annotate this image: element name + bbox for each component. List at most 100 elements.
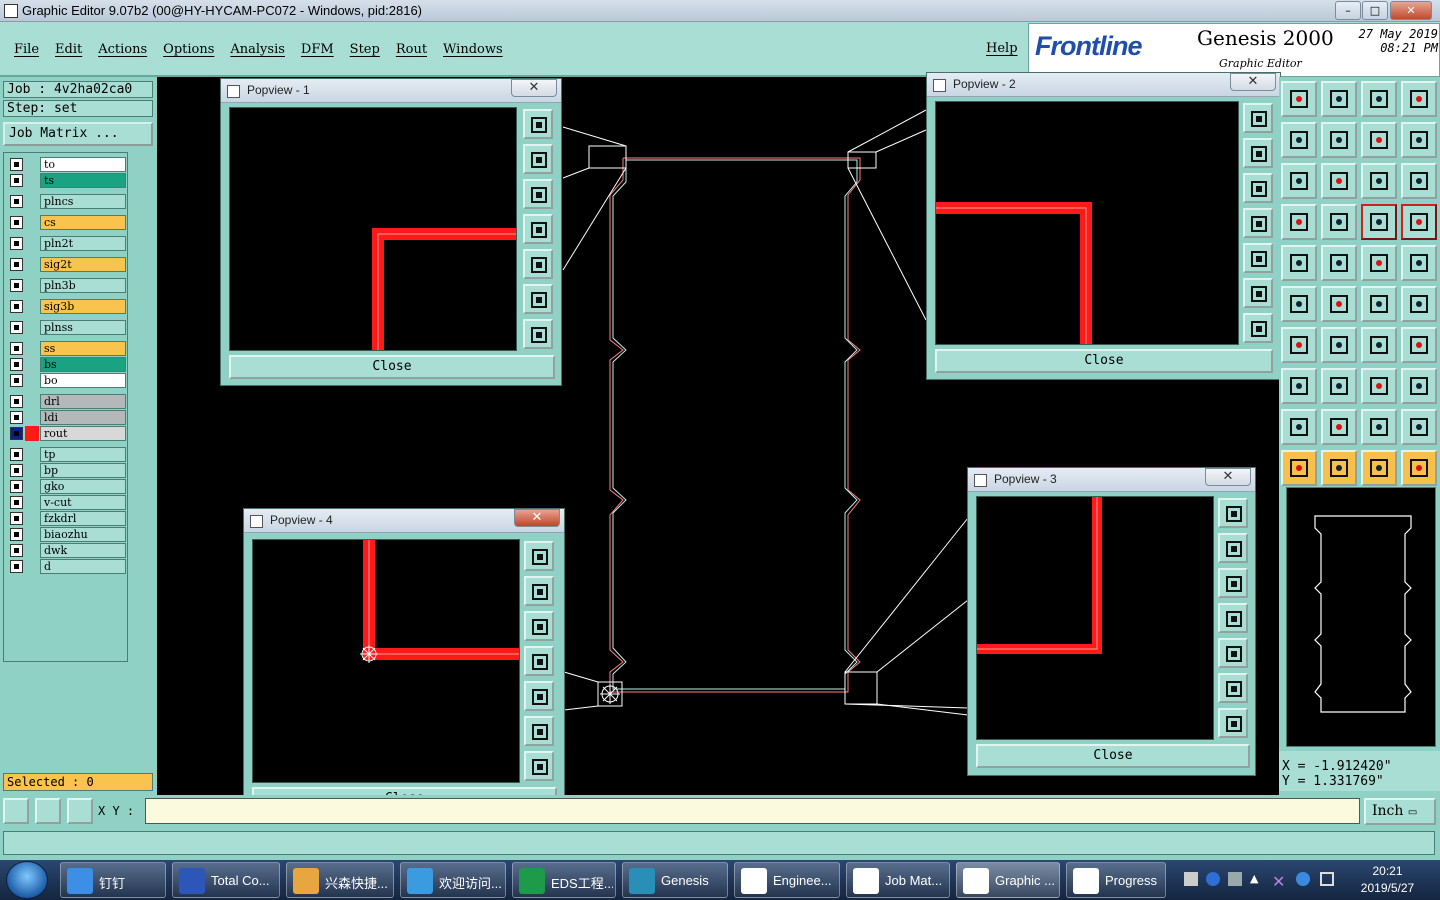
layer-row-tp[interactable]: tp [8,447,126,462]
popview-2-close-button[interactable]: Close [935,349,1273,373]
zoom-out-icon[interactable] [524,611,554,641]
layer-checkbox[interactable] [10,342,23,355]
a-red-icon[interactable] [1361,409,1397,445]
popview-1-canvas[interactable] [229,107,517,351]
layer-row-ts[interactable]: ts [8,173,126,188]
pan-left-icon[interactable] [523,214,553,244]
menu-rout[interactable]: Rout [388,42,435,57]
triangle-icon[interactable] [1281,409,1317,445]
layer-checkbox[interactable] [10,427,23,440]
layer-checkbox[interactable] [10,560,23,573]
network-icon[interactable] [1320,872,1334,886]
taskbar-item[interactable]: Genesis [622,862,728,898]
home-icon[interactable] [1361,81,1397,117]
pan-right-icon[interactable] [1243,243,1273,273]
pointer-icon[interactable] [1281,450,1317,486]
help-icon[interactable] [1206,872,1220,886]
pan-right-icon[interactable] [1218,638,1248,668]
close-window-button[interactable]: ✕ [1390,1,1432,20]
layer-checkbox[interactable] [10,374,23,387]
slash-icon[interactable] [1321,327,1357,363]
center-icon[interactable] [524,751,554,781]
move-left-icon[interactable] [1281,122,1317,158]
measure-icon[interactable] [35,798,61,824]
layer-checkbox[interactable] [10,448,23,461]
layer-checkbox[interactable] [10,496,23,509]
layer-checkbox[interactable] [10,512,23,525]
popview-3-canvas[interactable] [976,496,1214,740]
layer-row-gko[interactable]: gko [8,479,126,494]
dot-icon[interactable] [1401,245,1437,281]
layer-row-plncs[interactable]: plncs [8,194,126,209]
taskbar-item[interactable]: Total Co... [172,862,280,898]
layer-checkbox[interactable] [10,321,23,334]
layer-checkbox[interactable] [10,528,23,541]
taskbar-item[interactable]: Enginee... [734,862,840,898]
center-icon[interactable] [1243,313,1273,343]
zoom-all-icon[interactable] [1321,163,1357,199]
menu-help[interactable]: Help [978,41,1026,56]
zoom-box-icon[interactable] [523,109,553,139]
layer-row-ldi[interactable]: ldi [8,410,126,425]
layer-row-pln2t[interactable]: pln2t [8,236,126,251]
layer-row-pln3b[interactable]: pln3b [8,278,126,293]
minus-icon[interactable] [1321,368,1357,404]
taskbar-item[interactable]: Graphic ... [956,862,1060,898]
layer-checkbox[interactable] [10,411,23,424]
window-icon[interactable] [1401,81,1437,117]
zoom-box-icon[interactable] [1218,498,1248,528]
menu-analysis[interactable]: Analysis [222,42,293,57]
layer-row-dwk[interactable]: dwk [8,543,126,558]
center-icon[interactable] [523,319,553,349]
layer-checkbox[interactable] [10,464,23,477]
layer-row-plnss[interactable]: plnss [8,320,126,335]
fit-icon[interactable] [523,284,553,314]
feature-select-icon[interactable] [1401,204,1437,240]
job-matrix-button[interactable]: Job Matrix ... [3,122,153,146]
menu-step[interactable]: Step [342,42,388,57]
layer-row-ss[interactable]: ss [8,341,126,356]
scale-icon[interactable] [1361,163,1397,199]
layer-row-v-cut[interactable]: v-cut [8,495,126,510]
taskbar-item[interactable]: Progress [1066,862,1166,898]
layer-checkbox[interactable] [10,237,23,250]
layer-checkbox[interactable] [10,195,23,208]
layer-row-to[interactable]: to [8,157,126,172]
layer-row-biaozhu[interactable]: biaozhu [8,527,126,542]
popview-4-canvas[interactable] [252,539,520,783]
menu-windows[interactable]: Windows [435,42,511,57]
x-server-icon[interactable]: ✕ [1272,872,1286,891]
layer-checkbox[interactable] [10,279,23,292]
popview-1-close-icon[interactable]: ✕ [511,79,557,97]
edit-icon[interactable] [1281,204,1317,240]
minimize-button[interactable]: – [1335,1,1361,20]
zoom-in-icon[interactable] [1218,533,1248,563]
s-curve-icon[interactable] [1401,122,1437,158]
popview-1-close-button[interactable]: Close [229,355,555,379]
snap-icon[interactable] [3,798,29,824]
layer-checkbox[interactable] [10,358,23,371]
layer-row-bo[interactable]: bo [8,373,126,388]
shield-icon[interactable] [1296,872,1310,886]
popview-3-close-button[interactable]: Close [976,744,1250,768]
maximize-button[interactable]: □ [1362,1,1388,20]
popview-2-canvas[interactable] [935,101,1239,345]
pad-icon[interactable] [1281,245,1317,281]
zoom-out-icon[interactable] [1218,568,1248,598]
pad-line-icon[interactable] [1281,368,1317,404]
layer-checkbox[interactable] [10,174,23,187]
taskbar-item[interactable]: 兴森快捷... [286,862,394,898]
menu-actions[interactable]: Actions [90,42,155,57]
units-select[interactable]: Inch ▭ [1364,798,1436,825]
fit-icon[interactable] [1243,278,1273,308]
measure-icon[interactable] [1361,368,1397,404]
fit-screen-icon[interactable] [1281,163,1317,199]
shapes-icon[interactable] [1401,368,1437,404]
popview-4-close-icon[interactable]: ✕ [514,509,560,527]
zoom-in-icon[interactable] [523,144,553,174]
mini-view[interactable] [1286,487,1436,747]
screen-icon[interactable] [1281,81,1317,117]
pan-left-icon[interactable] [1218,603,1248,633]
layer-checkbox[interactable] [10,300,23,313]
menu-dfm[interactable]: DFM [293,42,342,57]
